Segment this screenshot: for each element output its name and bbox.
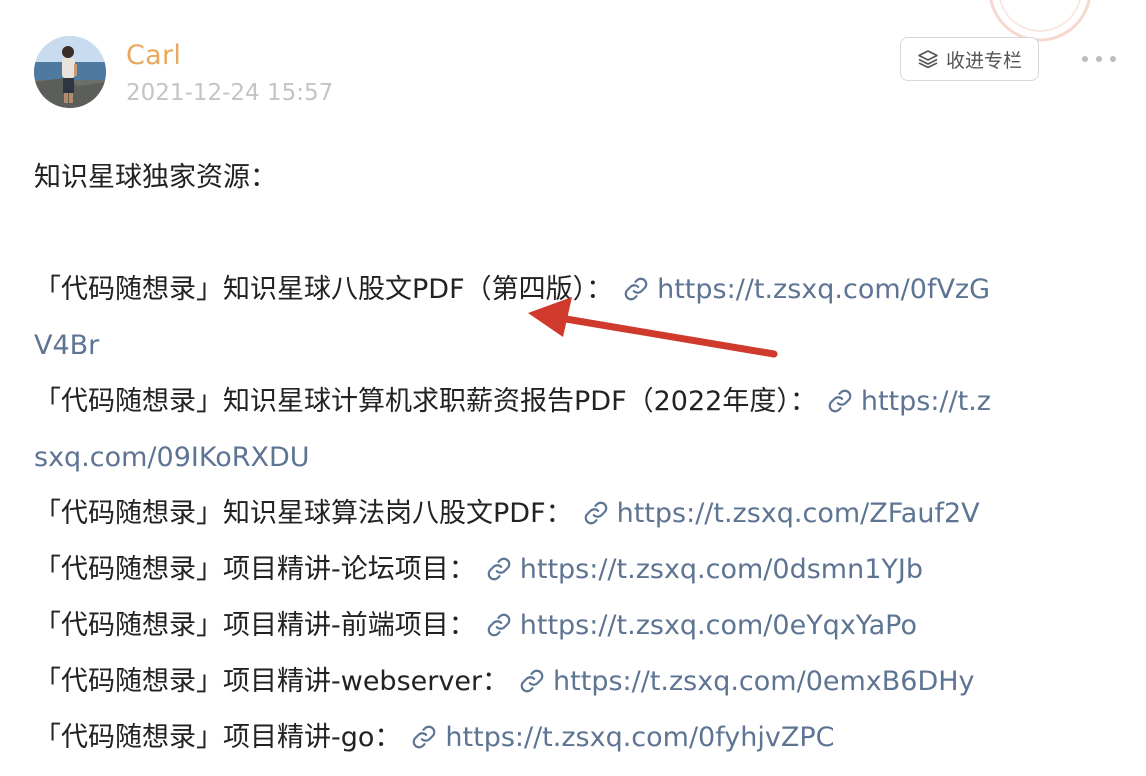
link-icon — [487, 557, 511, 581]
save-button-label: 收进专栏 — [945, 49, 1022, 72]
resource-item: 「代码随想录」知识星球算法岗八股文PDF： https://t.zsxq.com/… — [34, 486, 1114, 542]
resource-link[interactable]: https://t.zsxq.com/ZFauf2V — [617, 498, 980, 529]
author-name[interactable]: Carl — [126, 40, 181, 72]
resource-title: 「代码随想录」项目精讲-webserver： — [34, 666, 510, 697]
resource-link[interactable]: https://t.z — [861, 386, 991, 417]
resource-item: 「代码随想录」项目精讲-论坛项目： https://t.zsxq.com/0dsm… — [34, 542, 1114, 598]
resource-link[interactable]: https://t.zsxq.com/0eYqxYaPo — [520, 610, 917, 641]
link-icon — [584, 501, 607, 525]
resource-link[interactable]: https://t.zsxq.com/0fVzG — [657, 274, 990, 305]
link-icon — [487, 613, 511, 637]
dot — [1096, 56, 1102, 62]
layers-icon — [918, 50, 938, 69]
resource-link[interactable]: https://t.zsxq.com/0fyhjvZPC — [445, 722, 834, 753]
resource-title: 「代码随想录」项目精讲-go： — [34, 722, 402, 753]
resource-link[interactable]: https://t.zsxq.com/0emxB6DHy — [553, 666, 975, 697]
link-icon — [624, 277, 648, 301]
resource-title: 「代码随想录」项目精讲-前端项目： — [34, 610, 476, 641]
more-dots-icon[interactable] — [1082, 47, 1116, 71]
link-icon — [413, 725, 436, 749]
dot — [1110, 56, 1116, 62]
resource-item: 「代码随想录」项目精讲-前端项目： https://t.zsxq.com/0eYq… — [34, 598, 1114, 654]
resource-title: 「代码随想录」知识星球算法岗八股文PDF： — [34, 498, 573, 529]
resource-link[interactable]: https://t.zsxq.com/0dsmn1YJb — [520, 554, 923, 585]
link-icon — [828, 389, 852, 413]
resource-item: 「代码随想录」项目精讲-webserver： https://t.zsxq.com… — [34, 654, 1114, 710]
resource-item-wrap: sxq.com/09IKoRXDU — [34, 430, 1114, 486]
resource-title: 「代码随想录」知识星球八股文PDF（第四版）： — [34, 274, 614, 305]
resource-link[interactable]: sxq.com/09IKoRXDU — [34, 442, 310, 473]
resource-item: 「代码随想录」知识星球八股文PDF（第四版）： https://t.zsxq.co… — [34, 262, 1114, 318]
resource-link[interactable]: V4Br — [34, 330, 99, 361]
save-to-column-button[interactable]: 收进专栏 — [900, 37, 1039, 81]
link-icon — [520, 669, 544, 693]
resource-title: 「代码随想录」知识星球计算机求职薪资报告PDF（2022年度）： — [34, 386, 817, 417]
post-heading: 知识星球独家资源： — [34, 162, 277, 193]
post-timestamp: 2021-12-24 15:57 — [126, 80, 334, 106]
resource-item-wrap: V4Br — [34, 318, 1114, 374]
dot — [1082, 56, 1088, 62]
resource-item: 「代码随想录」项目精讲-go： https://t.zsxq.com/0fyhjv… — [34, 710, 1114, 766]
avatar[interactable] — [34, 36, 106, 108]
resource-item: 「代码随想录」知识星球计算机求职薪资报告PDF（2022年度）： https://… — [34, 374, 1114, 430]
resource-title: 「代码随想录」项目精讲-论坛项目： — [34, 554, 476, 585]
